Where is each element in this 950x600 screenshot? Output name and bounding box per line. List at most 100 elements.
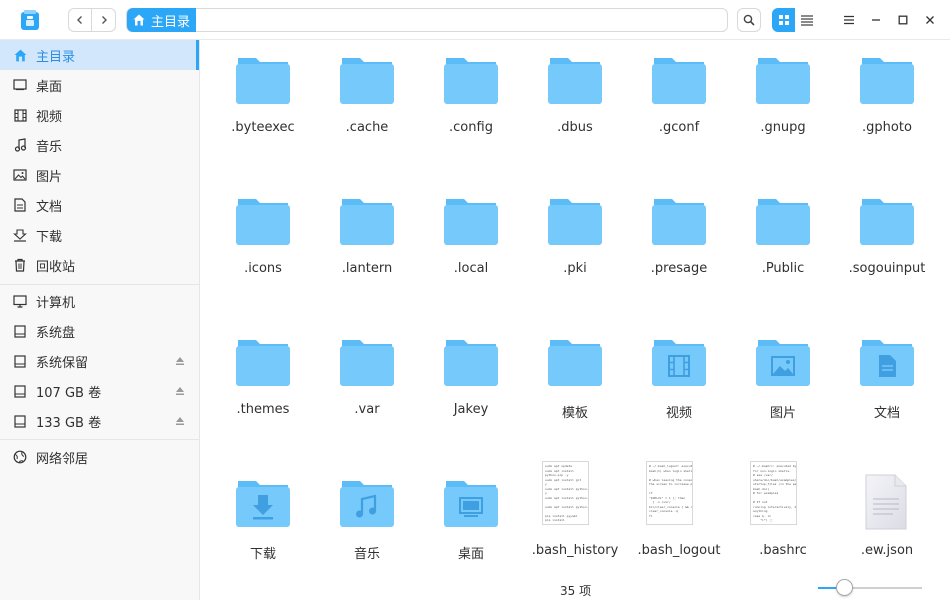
folder-icon bbox=[548, 58, 602, 104]
chevron-right-icon bbox=[101, 16, 107, 24]
file-item[interactable]: sudo apt update sudo apt install python-… bbox=[527, 461, 623, 583]
file-item[interactable]: 桌面 bbox=[423, 463, 519, 583]
sidebar-item-volume-107gb[interactable]: 107 GB 卷 bbox=[0, 376, 199, 406]
sidebar-item-system-disk[interactable]: 系统盘 bbox=[0, 316, 199, 346]
sidebar-item-label: 133 GB 卷 bbox=[36, 415, 102, 431]
grid-view-icon bbox=[778, 15, 789, 25]
file-item[interactable]: .gconf bbox=[631, 40, 727, 160]
video-folder-icon bbox=[652, 340, 706, 386]
sidebar-item-volume-133gb[interactable]: 133 GB 卷 bbox=[0, 406, 199, 436]
search-button[interactable] bbox=[737, 8, 761, 32]
sidebar-item-downloads[interactable]: 下载 bbox=[0, 220, 199, 250]
list-view-icon bbox=[800, 15, 813, 26]
folder-icon bbox=[236, 199, 290, 245]
slider-handle[interactable] bbox=[836, 579, 853, 596]
file-name: .gconf bbox=[658, 120, 700, 135]
folder-icon bbox=[860, 199, 914, 245]
search-icon bbox=[743, 14, 755, 26]
file-item[interactable]: # ~/.bashrc: executed by bash(1) for non… bbox=[735, 461, 831, 583]
sidebar-item-pictures[interactable]: 图片 bbox=[0, 160, 199, 190]
file-item[interactable]: 模板 bbox=[527, 322, 623, 442]
file-item[interactable]: .lantern bbox=[319, 181, 415, 301]
sidebar-item-label: 下载 bbox=[36, 229, 63, 245]
forward-button[interactable] bbox=[92, 9, 115, 31]
list-view-button[interactable] bbox=[795, 8, 818, 32]
file-item[interactable]: 音乐 bbox=[319, 463, 415, 583]
sidebar-separator bbox=[0, 439, 199, 440]
network-icon bbox=[12, 449, 28, 465]
icon-size-slider[interactable] bbox=[818, 579, 922, 596]
file-item[interactable]: 视频 bbox=[631, 322, 727, 442]
file-item[interactable]: .sogouinput bbox=[839, 181, 935, 301]
file-name: .bash_history bbox=[531, 543, 619, 558]
sidebar-item-home[interactable]: 主目录 bbox=[0, 40, 199, 70]
file-item[interactable]: .local bbox=[423, 181, 519, 301]
sidebar-item-music[interactable]: 音乐 bbox=[0, 130, 199, 160]
sidebar-item-label: 计算机 bbox=[36, 295, 76, 311]
sidebar-item-label: 文档 bbox=[36, 199, 63, 215]
sidebar-item-videos[interactable]: 视频 bbox=[0, 100, 199, 130]
eject-icon[interactable] bbox=[175, 416, 185, 426]
sidebar-item-documents[interactable]: 文档 bbox=[0, 190, 199, 220]
file-item[interactable]: .config bbox=[423, 40, 519, 160]
file-name: .cache bbox=[345, 120, 389, 135]
address-bar[interactable]: 主目录 bbox=[126, 8, 728, 32]
eject-icon[interactable] bbox=[175, 356, 185, 366]
maximize-button[interactable] bbox=[893, 10, 913, 30]
desktop-folder-icon bbox=[444, 481, 498, 527]
menu-button[interactable] bbox=[839, 10, 859, 30]
json-file-icon bbox=[865, 474, 907, 530]
file-item[interactable]: .pki bbox=[527, 181, 623, 301]
folder-icon bbox=[444, 340, 498, 386]
file-item[interactable]: .dbus bbox=[527, 40, 623, 160]
file-item[interactable]: 图片 bbox=[735, 322, 831, 442]
breadcrumb-home[interactable]: 主目录 bbox=[127, 8, 197, 32]
file-item[interactable]: 下载 bbox=[215, 463, 311, 583]
folder-icon bbox=[548, 199, 602, 245]
file-item[interactable]: .themes bbox=[215, 322, 311, 442]
sidebar-item-desktop[interactable]: 桌面 bbox=[0, 70, 199, 100]
file-item[interactable]: .var bbox=[319, 322, 415, 442]
music-icon bbox=[12, 137, 28, 153]
folder-icon bbox=[444, 199, 498, 245]
sidebar-item-label: 系统盘 bbox=[36, 325, 76, 341]
close-icon bbox=[926, 16, 934, 24]
picture-folder-icon bbox=[756, 340, 810, 386]
folder-icon bbox=[236, 58, 290, 104]
file-name: .bashrc bbox=[759, 543, 807, 558]
sidebar-item-label: 音乐 bbox=[36, 139, 63, 155]
item-count: 35 项 bbox=[560, 584, 592, 598]
minimize-button[interactable] bbox=[866, 10, 886, 30]
file-item[interactable]: 文档 bbox=[839, 322, 935, 442]
file-item[interactable]: .gnupg bbox=[735, 40, 831, 160]
file-item[interactable]: .icons bbox=[215, 181, 311, 301]
sidebar-separator bbox=[0, 284, 199, 285]
file-name: 模板 bbox=[561, 406, 588, 421]
file-item[interactable]: Jakey bbox=[423, 322, 519, 442]
file-item[interactable]: .cache bbox=[319, 40, 415, 160]
sidebar-item-label: 107 GB 卷 bbox=[36, 385, 102, 401]
file-item[interactable]: .gphoto bbox=[839, 40, 935, 160]
grid-view-button[interactable] bbox=[772, 8, 795, 32]
disk-icon bbox=[12, 413, 28, 429]
file-name: .byteexec bbox=[231, 120, 295, 135]
sidebar-item-label: 图片 bbox=[36, 169, 63, 185]
view-mode-toggle bbox=[772, 8, 818, 32]
eject-icon[interactable] bbox=[175, 386, 185, 396]
file-name: .dbus bbox=[557, 120, 593, 135]
back-button[interactable] bbox=[69, 9, 93, 31]
folder-icon bbox=[548, 340, 602, 386]
file-name: .ew.json bbox=[860, 543, 914, 558]
close-button[interactable] bbox=[920, 10, 940, 30]
file-name: 视频 bbox=[665, 406, 692, 421]
file-item[interactable]: .Public bbox=[735, 181, 831, 301]
sidebar-item-computer[interactable]: 计算机 bbox=[0, 286, 199, 316]
file-item[interactable]: .presage bbox=[631, 181, 727, 301]
sidebar-item-label: 视频 bbox=[36, 109, 63, 125]
file-item[interactable]: .byteexec bbox=[215, 40, 311, 160]
sidebar-item-network[interactable]: 网络邻居 bbox=[0, 442, 199, 472]
sidebar-item-system-reserved[interactable]: 系统保留 bbox=[0, 346, 199, 376]
sidebar-item-trash[interactable]: 回收站 bbox=[0, 250, 199, 280]
file-item[interactable]: # ~/.bash_logout: executed by bash(1) wh… bbox=[631, 461, 727, 583]
file-item[interactable]: .ew.json bbox=[839, 463, 935, 583]
